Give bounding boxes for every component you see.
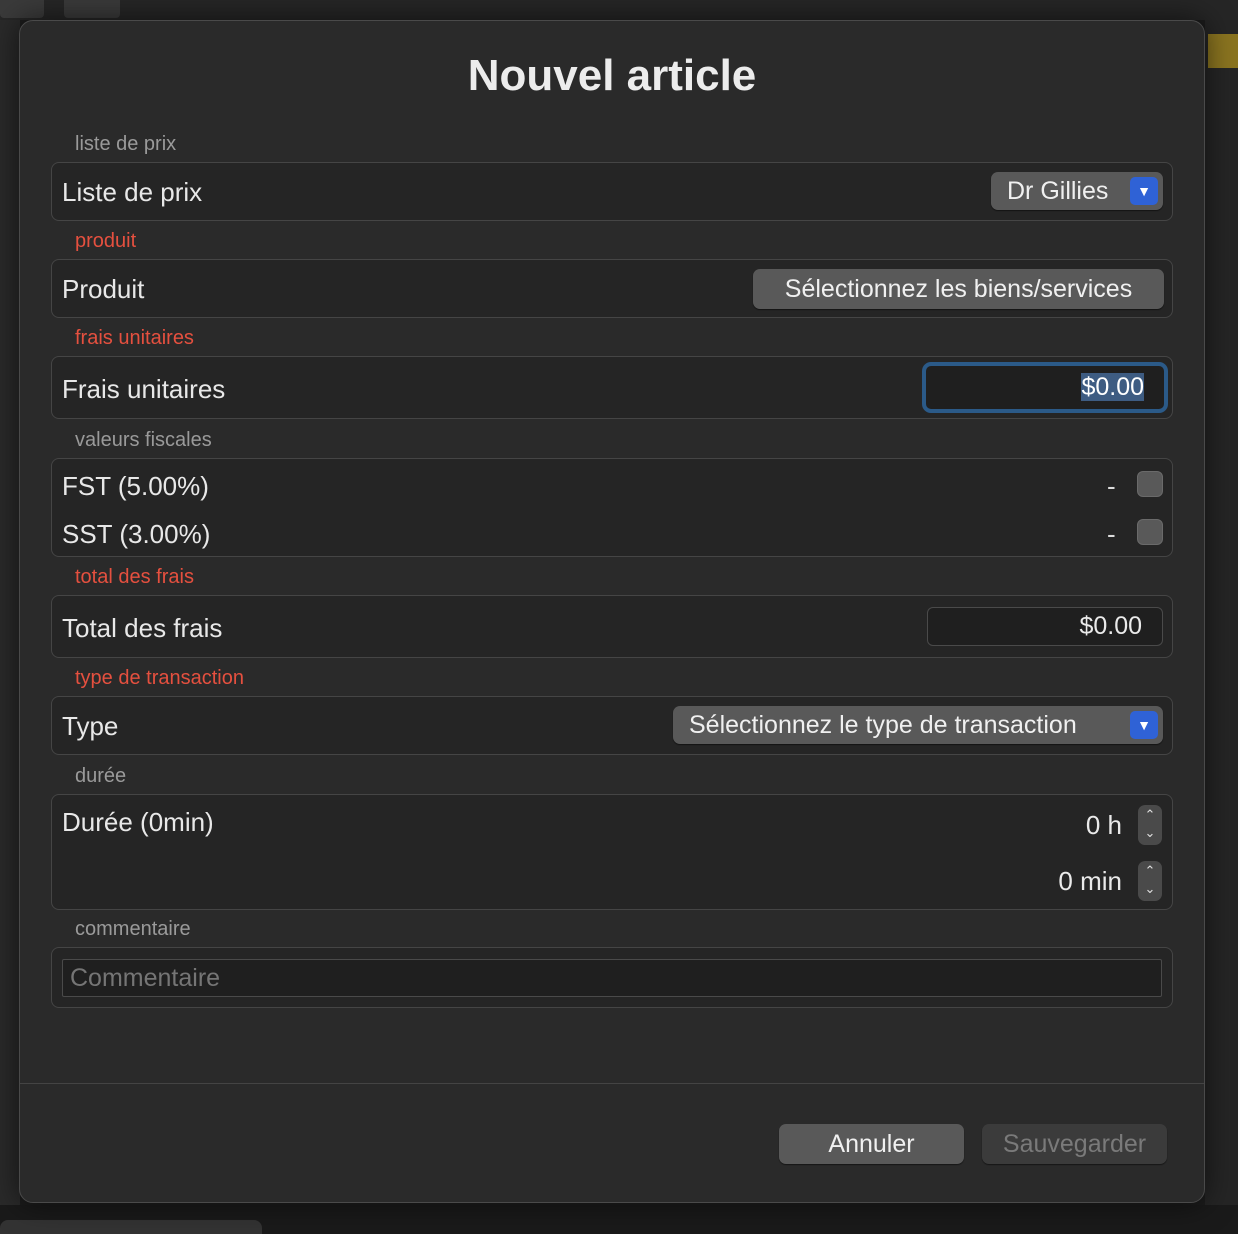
dialog-title: Nouvel article [467,51,757,100]
chevron-up-icon[interactable]: ⌃ [1138,863,1162,879]
price-list-popup[interactable]: Dr Gillies ▼ [991,172,1163,210]
product-label: Produit [62,274,145,304]
more-icon [230,0,260,18]
hours-value[interactable]: 0 h [952,810,1122,841]
section-label-product: produit [75,230,137,252]
background-tab [0,1220,262,1234]
chevron-down-icon: ▼ [1130,711,1158,739]
section-label-total: total des frais [75,566,194,588]
price-list-label: Liste de prix [62,177,203,207]
chevron-up-icon[interactable]: ⌃ [1138,807,1162,823]
minutes-stepper[interactable]: ⌃ ⌄ [1138,861,1162,901]
search-icon [64,0,120,18]
unit-fee-input[interactable]: $0.00 [922,362,1168,413]
transaction-type-popup[interactable]: Sélectionnez le type de transaction ▼ [673,706,1163,744]
footer-divider [20,1083,1204,1084]
background-highlight [1208,34,1238,68]
total-label: Total des frais [62,613,223,643]
section-label-transaction: type de transaction [75,667,244,689]
background-sidebar [0,20,20,1234]
chevron-down-icon[interactable]: ⌄ [1138,881,1162,897]
tax-amount-sst: - [1107,519,1116,549]
transaction-label: Type [62,711,119,741]
list-icon [0,0,44,18]
transaction-type-value: Sélectionnez le type de transaction [689,711,1077,739]
select-product-button[interactable]: Sélectionnez les biens/services [753,269,1164,309]
taxes-group: FST (5.00%) - SST (3.00%) - [51,458,1173,557]
section-label-duration: durée [75,765,127,787]
tax-checkbox-sst[interactable] [1137,519,1163,545]
section-label-price-list: liste de prix [75,133,177,155]
unit-fee-label: Frais unitaires [62,374,226,404]
total-value: $0.00 [927,607,1163,646]
background-toolbar [0,0,1238,20]
comment-row [51,947,1173,1008]
tax-amount-fst: - [1107,471,1116,501]
tax-label-sst: SST (3.00%) [62,519,211,549]
price-list-value: Dr Gillies [1007,177,1109,205]
price-list-row: Liste de prix Dr Gillies ▼ [51,162,1173,221]
save-button[interactable]: Sauvegarder [982,1124,1167,1164]
unit-fee-row: Frais unitaires $0.00 [51,356,1173,419]
background-panel [1205,20,1238,1234]
transaction-row: Type Sélectionnez le type de transaction… [51,696,1173,755]
total-row: Total des frais $0.00 [51,595,1173,658]
new-item-dialog: Nouvel article liste de prix Liste de pr… [19,20,1205,1203]
section-label-taxes: valeurs fiscales [75,429,212,451]
hours-stepper[interactable]: ⌃ ⌄ [1138,805,1162,845]
duration-group: Durée (0min) 0 h ⌃ ⌄ 0 min ⌃ ⌄ [51,794,1173,910]
chevron-down-icon[interactable]: ⌄ [1138,825,1162,841]
product-row: Produit Sélectionnez les biens/services [51,259,1173,318]
minutes-value[interactable]: 0 min [952,866,1122,897]
cancel-button[interactable]: Annuler [779,1124,964,1164]
tax-label-fst: FST (5.00%) [62,471,209,501]
unit-fee-value: $0.00 [1081,373,1144,401]
section-label-comment: commentaire [75,918,191,940]
chevron-down-icon: ▼ [1130,177,1158,205]
comment-input[interactable] [62,959,1162,997]
tax-checkbox-fst[interactable] [1137,471,1163,497]
section-label-unit-fee: frais unitaires [75,327,194,349]
duration-label: Durée (0min) [62,807,214,837]
